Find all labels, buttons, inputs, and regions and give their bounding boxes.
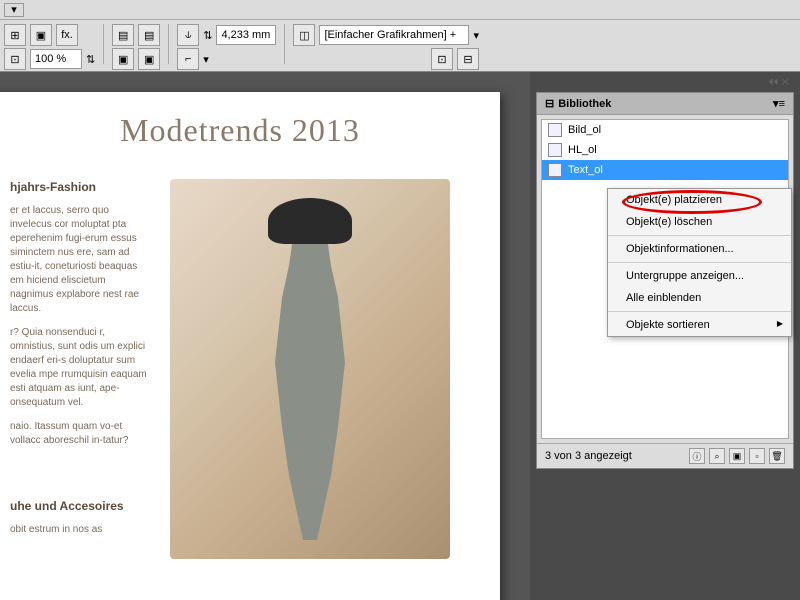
- body-text: er et laccus, serro quo invelecus cor mo…: [10, 204, 150, 316]
- context-delete-object[interactable]: Objekt(e) löschen: [608, 211, 791, 233]
- new-library-icon[interactable]: ▣: [729, 448, 745, 464]
- main-toolbar: ⊞ ▣ fx. ⊡ ⇅ ▤ ▤ ▣ ▣ ⫝ ⇅ ⌐ ▾: [0, 20, 800, 72]
- search-icon[interactable]: ⌕: [709, 448, 725, 464]
- library-item-label: Text_ol: [568, 164, 603, 176]
- misc-icon-2[interactable]: ⊟: [457, 48, 479, 70]
- library-status: 3 von 3 angezeigt: [545, 450, 632, 462]
- zoom-stepper-icon[interactable]: ⇅: [86, 53, 95, 66]
- article-text-column: hjahrs-Fashion er et laccus, serro quo i…: [10, 179, 150, 559]
- separator: [608, 235, 791, 236]
- snippet-icon: [548, 123, 562, 137]
- context-show-all[interactable]: Alle einblenden: [608, 287, 791, 309]
- library-item-selected[interactable]: Text_ol: [542, 160, 788, 180]
- section-heading: uhe und Accesoires: [10, 498, 150, 515]
- corner-dropdown-icon[interactable]: ▾: [203, 53, 209, 66]
- align-right-icon[interactable]: ▤: [138, 24, 160, 46]
- body-text: r? Quia nonsenduci r, omnistius, sunt od…: [10, 326, 150, 410]
- context-show-subgroup[interactable]: Untergruppe anzeigen...: [608, 265, 791, 287]
- trash-icon[interactable]: 🗑: [769, 448, 785, 464]
- panel-header[interactable]: ⊟ Bibliothek ▾≡: [537, 93, 793, 115]
- library-item-label: Bild_ol: [568, 124, 601, 136]
- context-place-object[interactable]: Objekt(e) platzieren: [608, 189, 791, 211]
- wrap-icon[interactable]: ▣: [112, 48, 134, 70]
- page-title: Modetrends 2013: [10, 112, 470, 149]
- zoom-actual-icon[interactable]: ▣: [30, 24, 52, 46]
- size-input[interactable]: [216, 25, 276, 45]
- object-style-icon[interactable]: ◫: [293, 24, 315, 46]
- body-text: naio. Itassum quam vo-et vollacc aboresc…: [10, 420, 150, 448]
- separator: [168, 24, 169, 64]
- library-item-label: HL_ol: [568, 144, 597, 156]
- zoom-icon[interactable]: ⊡: [4, 48, 26, 70]
- snippet-icon: [548, 143, 562, 157]
- size-stepper-icon[interactable]: ⇅: [203, 29, 212, 42]
- library-item[interactable]: Bild_ol: [542, 120, 788, 140]
- library-item[interactable]: HL_ol: [542, 140, 788, 160]
- document-page[interactable]: Modetrends 2013 hjahrs-Fashion er et lac…: [0, 92, 500, 600]
- align-left-icon[interactable]: ▤: [112, 24, 134, 46]
- zoom-input[interactable]: [30, 49, 82, 69]
- context-object-info[interactable]: Objektinformationen...: [608, 238, 791, 260]
- style-dropdown-icon[interactable]: ▾: [473, 29, 479, 42]
- object-style-input[interactable]: [319, 25, 469, 45]
- layout-dropdown-icon[interactable]: ▾: [4, 3, 24, 17]
- new-item-icon[interactable]: ▫: [749, 448, 765, 464]
- separator: [284, 24, 285, 64]
- panel-menu-icon[interactable]: ▾≡: [773, 97, 785, 110]
- wrap2-icon[interactable]: ▣: [138, 48, 160, 70]
- panel-footer: 3 von 3 angezeigt ⓘ ⌕ ▣ ▫ 🗑: [537, 443, 793, 468]
- context-sort-objects[interactable]: Objekte sortieren: [608, 314, 791, 336]
- panel-title: Bibliothek: [558, 98, 611, 110]
- zoom-fit-icon[interactable]: ⊞: [4, 24, 26, 46]
- separator: [608, 311, 791, 312]
- section-heading: hjahrs-Fashion: [10, 179, 150, 196]
- info-icon[interactable]: ⓘ: [689, 448, 705, 464]
- misc-icon-1[interactable]: ⊡: [431, 48, 453, 70]
- context-menu: Objekt(e) platzieren Objekt(e) löschen O…: [607, 188, 792, 337]
- document-workspace: Modetrends 2013 hjahrs-Fashion er et lac…: [0, 72, 530, 600]
- menubar: ▾: [0, 0, 800, 20]
- body-text: obit estrum in nos as: [10, 523, 150, 537]
- separator: [608, 262, 791, 263]
- fx-icon[interactable]: fx.: [56, 24, 78, 46]
- corner-icon[interactable]: ⌐: [177, 48, 199, 70]
- transform-icon[interactable]: ⫝: [177, 24, 199, 46]
- panel-collapse-icon[interactable]: ⏴⏴ ✕: [769, 77, 789, 88]
- article-image: [170, 179, 450, 559]
- snippet-icon: [548, 163, 562, 177]
- separator: [103, 24, 104, 64]
- panel-expand-icon[interactable]: ⊟: [545, 97, 554, 110]
